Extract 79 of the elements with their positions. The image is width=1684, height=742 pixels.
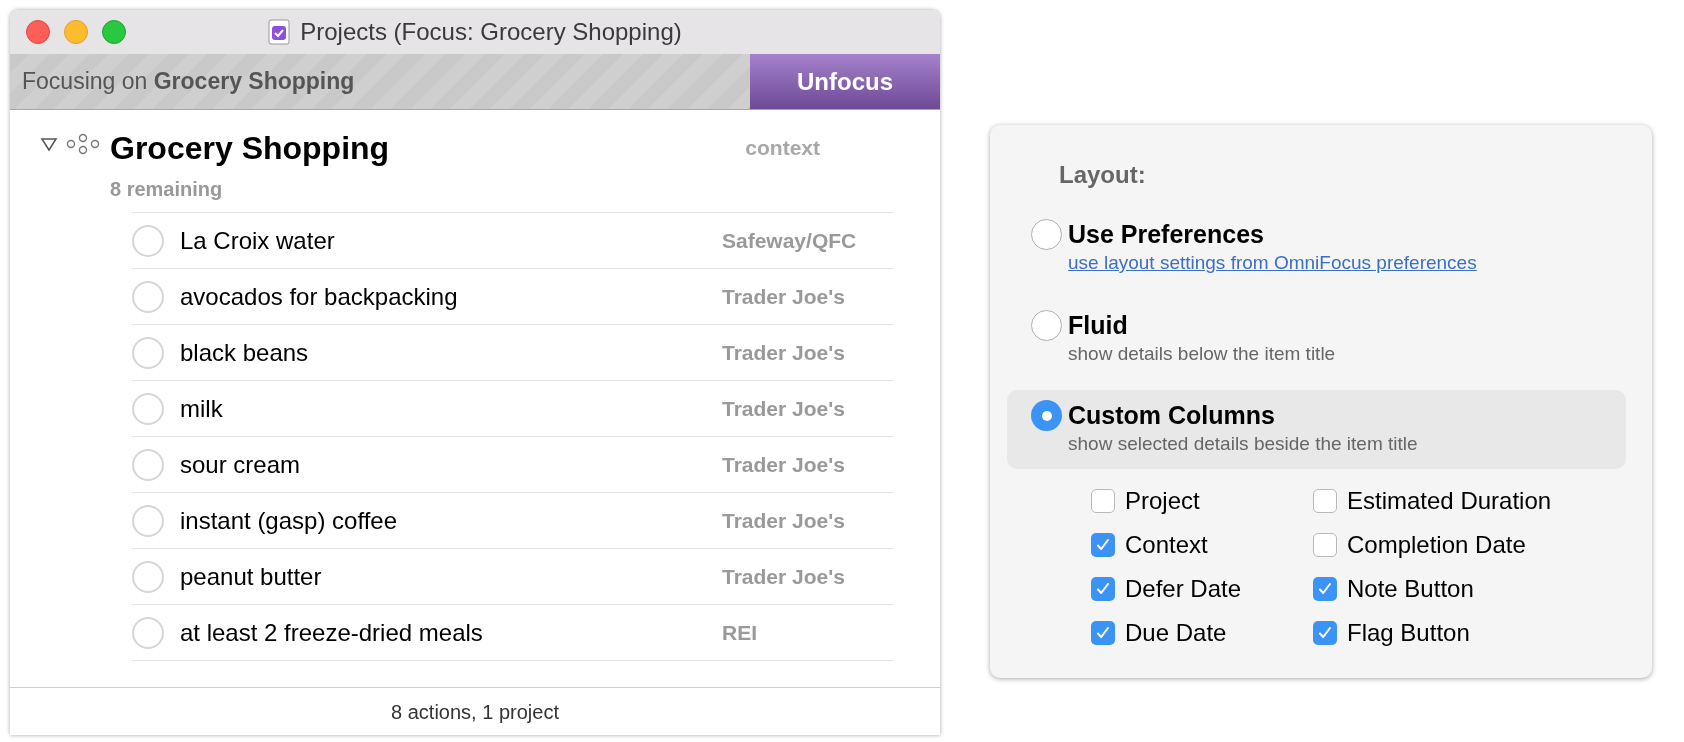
action-row[interactable]: sour cream Trader Joe's [132,437,894,493]
action-context: Safeway/QFC [722,227,858,254]
zoom-button[interactable] [102,20,126,44]
document-icon [268,19,291,45]
checkbox[interactable] [1313,620,1337,645]
option-label: Use Preferences [1068,219,1265,249]
option-detail: show selected details beside the item title [1068,432,1418,456]
action-checkbox[interactable] [132,616,164,649]
action-context: Trader Joe's [722,563,846,590]
option-label: Fluid [1068,309,1129,340]
action-checkbox[interactable] [132,560,164,593]
action-title: at least 2 freeze-dried meals [180,617,484,648]
checkmark-icon [1317,624,1333,641]
action-context: REI [722,619,758,646]
action-checkbox[interactable] [132,504,164,537]
column-option-label: Estimated Duration [1347,485,1552,516]
action-checkbox[interactable] [132,448,164,481]
action-checkbox[interactable] [132,280,164,313]
action-title: La Croix water [180,225,336,256]
status-text: 8 actions, 1 project [391,699,559,725]
action-context: Trader Joe's [722,283,846,310]
project-icon [66,133,100,155]
radio-button[interactable] [1031,309,1062,341]
layout-option[interactable]: Fluid show details below the item title [1007,299,1626,378]
action-row[interactable]: black beans Trader Joe's [132,325,894,381]
action-row[interactable]: avocados for backpacking Trader Joe's [132,269,894,325]
action-title: milk [180,393,224,424]
column-option-label: Flag Button [1347,617,1470,648]
action-context: Trader Joe's [722,339,846,366]
close-button[interactable] [26,20,50,44]
checkbox[interactable] [1091,576,1115,601]
column-option-label: Defer Date [1125,573,1242,604]
focus-label: Focusing on Grocery Shopping [22,67,355,97]
action-context: Trader Joe's [722,451,846,478]
checkbox[interactable] [1313,532,1337,557]
unfocus-button[interactable]: Unfocus [750,54,940,109]
action-title: sour cream [180,449,302,480]
layout-heading: Layout: [1059,160,1147,190]
window-title: Projects (Focus: Grocery Shopping) [300,17,682,47]
action-row[interactable]: instant (gasp) coffee Trader Joe's [132,493,894,549]
option-detail: show details below the item title [1068,341,1336,366]
layout-option[interactable]: Use Preferences use layout settings from OmniFocus preferences [1007,209,1626,288]
action-row[interactable]: peanut butter Trader Joe's [132,549,894,605]
preferences-link[interactable]: use layout settings from OmniFocus preferences [1068,249,1477,278]
checkbox[interactable] [1091,620,1115,645]
option-label: Custom Columns [1068,400,1276,430]
action-row[interactable]: milk Trader Joe's [132,381,894,437]
checkbox[interactable] [1313,576,1337,601]
remaining-count: 8 remaining [110,177,224,202]
column-option-label: Completion Date [1347,529,1526,560]
disclosure-triangle-icon[interactable] [40,136,58,152]
checkbox[interactable] [1313,488,1337,513]
action-title: peanut butter [180,561,323,592]
action-context: Trader Joe's [722,507,846,534]
checkmark-icon [1317,580,1333,597]
radio-button[interactable] [1031,219,1062,250]
action-context: Trader Joe's [722,395,846,422]
action-row[interactable]: La Croix water Safeway/QFC [132,213,894,269]
action-checkbox[interactable] [132,336,164,369]
action-checkbox[interactable] [132,392,164,425]
layout-option[interactable]: Custom Columns show selected details beside the item title [1007,390,1626,469]
checkmark-icon [1095,536,1111,553]
column-option-label: Context [1125,529,1208,560]
radio-button[interactable] [1031,400,1062,431]
action-title: black beans [180,337,310,368]
checkmark-icon [1095,624,1111,641]
minimize-button[interactable] [64,20,88,44]
action-row[interactable]: at least 2 freeze-dried meals REI [132,605,894,661]
action-title: instant (gasp) coffee [180,505,399,536]
checkmark-icon [1095,580,1111,597]
action-title: avocados for backpacking [180,281,459,312]
column-option-label: Due Date [1125,617,1227,648]
column-option-label: Project [1125,485,1200,516]
project-title: Grocery Shopping [110,129,390,168]
checkbox[interactable] [1091,532,1115,557]
column-option-label: Note Button [1347,573,1474,604]
column-header: context [745,135,820,162]
checkbox[interactable] [1091,488,1115,513]
action-checkbox[interactable] [132,224,164,257]
